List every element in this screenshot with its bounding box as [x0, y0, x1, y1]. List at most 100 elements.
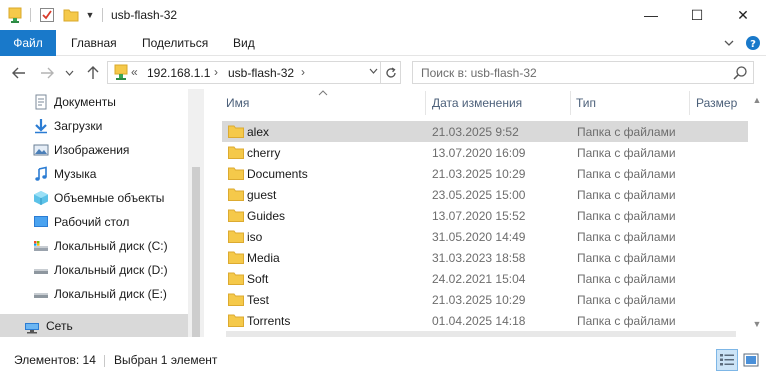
horizontal-scrollbar-track[interactable] — [226, 331, 736, 337]
file-date: 23.05.2025 15:00 — [432, 188, 526, 202]
file-type: Папка с файлами — [577, 188, 676, 202]
documents-icon — [33, 94, 49, 110]
sort-ascending-icon — [318, 89, 328, 98]
scroll-up-icon[interactable]: ▲ — [752, 95, 762, 105]
window-title: usb-flash-32 — [111, 8, 178, 22]
tab-home[interactable]: Главная — [59, 30, 129, 56]
expand-ribbon-icon[interactable] — [722, 34, 736, 52]
file-name: guest — [247, 188, 277, 202]
file-type: Папка с файлами — [577, 146, 676, 160]
nav-item-label: Изображения — [54, 143, 130, 157]
nav-item-downloads[interactable]: Загрузки — [0, 114, 188, 138]
customize-quick-access-icon[interactable]: ▼ — [84, 6, 96, 24]
file-row[interactable]: alex 21.03.2025 9:52 Папка с файлами — [222, 121, 748, 142]
overflow-chevron[interactable]: « — [131, 65, 138, 79]
nav-item-drive-e[interactable]: Локальный диск (E:) — [0, 282, 188, 306]
column-separator[interactable] — [570, 91, 571, 115]
folder-quick-access-icon[interactable] — [6, 6, 24, 24]
nav-item-desktop[interactable]: Рабочий стол — [0, 210, 188, 234]
refresh-button[interactable] — [380, 62, 400, 83]
file-name: Guides — [247, 209, 286, 223]
file-date: 21.03.2025 10:29 — [432, 293, 526, 307]
breadcrumb-folder[interactable]: usb-flash-32 — [228, 66, 294, 80]
file-row[interactable]: Torrents 01.04.2025 14:18 Папка с файлам… — [222, 310, 748, 331]
column-separator[interactable] — [425, 91, 426, 115]
large-icons-view-button[interactable] — [740, 349, 762, 371]
tab-file[interactable]: Файл — [0, 30, 56, 56]
nav-item-network[interactable]: Сеть — [0, 314, 188, 337]
vertical-scrollbar[interactable]: ▲ ▼ — [748, 89, 766, 337]
help-icon[interactable]: ? — [744, 34, 762, 52]
address-bar[interactable]: « 192.168.1.1 › usb-flash-32 › — [107, 61, 401, 84]
maximize-button[interactable]: ☐ — [674, 0, 720, 30]
file-type: Папка с файлами — [577, 209, 676, 223]
nav-item-documents[interactable]: Документы — [0, 90, 188, 114]
new-folder-icon[interactable] — [62, 6, 80, 24]
column-header-type[interactable]: Тип — [576, 89, 596, 117]
minimize-button[interactable]: — — [628, 0, 674, 30]
up-button[interactable] — [82, 63, 104, 83]
file-row[interactable]: Media 31.03.2023 18:58 Папка с файлами — [222, 247, 748, 268]
details-view-icon — [720, 354, 734, 366]
ribbon-tabs: Файл Главная Поделиться Вид ? — [0, 30, 766, 56]
nav-item-music[interactable]: Музыка — [0, 162, 188, 186]
nav-item-drive-c[interactable]: Локальный диск (C:) — [0, 234, 188, 258]
nav-item-3d-objects[interactable]: Объемные объекты — [0, 186, 188, 210]
folder-icon — [228, 167, 244, 180]
tab-view[interactable]: Вид — [221, 30, 267, 56]
file-row[interactable]: Test 21.03.2025 10:29 Папка с файлами — [222, 289, 748, 310]
scroll-down-icon[interactable]: ▼ — [752, 319, 762, 329]
large-icons-view-icon — [743, 353, 759, 367]
pictures-icon — [33, 142, 49, 158]
chevron-right-icon[interactable]: › — [214, 65, 218, 79]
file-date: 13.07.2020 15:52 — [432, 209, 526, 223]
file-type: Папка с файлами — [577, 251, 676, 265]
3d-objects-icon — [33, 190, 49, 206]
status-bar: Элементов: 14 Выбран 1 элемент — [0, 347, 766, 373]
file-row[interactable]: guest 23.05.2025 15:00 Папка с файлами — [222, 184, 748, 205]
file-name: Test — [247, 293, 270, 307]
file-date: 24.02.2021 15:04 — [432, 272, 526, 286]
forward-button[interactable] — [36, 63, 58, 83]
back-button[interactable] — [8, 63, 30, 83]
file-type: Папка с файлами — [577, 272, 676, 286]
close-button[interactable]: ✕ — [720, 0, 766, 30]
file-name: alex — [247, 125, 270, 139]
folder-icon — [228, 209, 244, 222]
file-row[interactable]: iso 31.05.2020 14:49 Папка с файлами — [222, 226, 748, 247]
breadcrumb-host[interactable]: 192.168.1.1 — [147, 66, 210, 80]
tab-share[interactable]: Поделиться — [130, 30, 220, 56]
search-box[interactable] — [412, 61, 754, 84]
file-row[interactable]: Soft 24.02.2021 15:04 Папка с файлами — [222, 268, 748, 289]
folder-icon — [228, 125, 244, 138]
nav-item-pictures[interactable]: Изображения — [0, 138, 188, 162]
column-header-date[interactable]: Дата изменения — [432, 89, 522, 117]
folder-icon — [228, 314, 244, 327]
nav-scrollbar[interactable] — [188, 89, 204, 337]
nav-scrollbar-thumb[interactable] — [192, 167, 200, 337]
file-row[interactable]: cherry 13.07.2020 16:09 Папка с файлами — [222, 142, 748, 163]
chevron-right-icon[interactable]: › — [301, 65, 305, 79]
nav-item-drive-d[interactable]: Локальный диск (D:) — [0, 258, 188, 282]
file-row[interactable]: Guides 13.07.2020 15:52 Папка с файлами — [222, 205, 748, 226]
details-view-button[interactable] — [716, 349, 738, 371]
nav-item-label: Локальный диск (E:) — [54, 287, 167, 301]
file-date: 31.05.2020 14:49 — [432, 230, 526, 244]
file-date: 13.07.2020 16:09 — [432, 146, 526, 160]
file-list: Имя Дата изменения Тип Размер alex 21.03… — [204, 89, 766, 337]
column-header-size[interactable]: Размер — [696, 89, 737, 117]
column-header-name[interactable]: Имя — [226, 89, 249, 117]
search-icon[interactable] — [731, 64, 749, 82]
search-input[interactable] — [421, 65, 721, 80]
address-dropdown-icon[interactable] — [369, 65, 378, 77]
recent-locations-icon[interactable] — [62, 63, 76, 83]
properties-icon[interactable] — [38, 6, 56, 24]
file-name: iso — [247, 230, 263, 244]
file-row[interactable]: Documents 21.03.2025 10:29 Папка с файла… — [222, 163, 748, 184]
column-separator[interactable] — [689, 91, 690, 115]
network-icon — [24, 318, 40, 334]
title-separator — [30, 8, 31, 22]
network-location-icon — [114, 64, 128, 84]
horizontal-scrollbar[interactable] — [204, 331, 766, 337]
nav-item-label: Сеть — [46, 319, 73, 333]
